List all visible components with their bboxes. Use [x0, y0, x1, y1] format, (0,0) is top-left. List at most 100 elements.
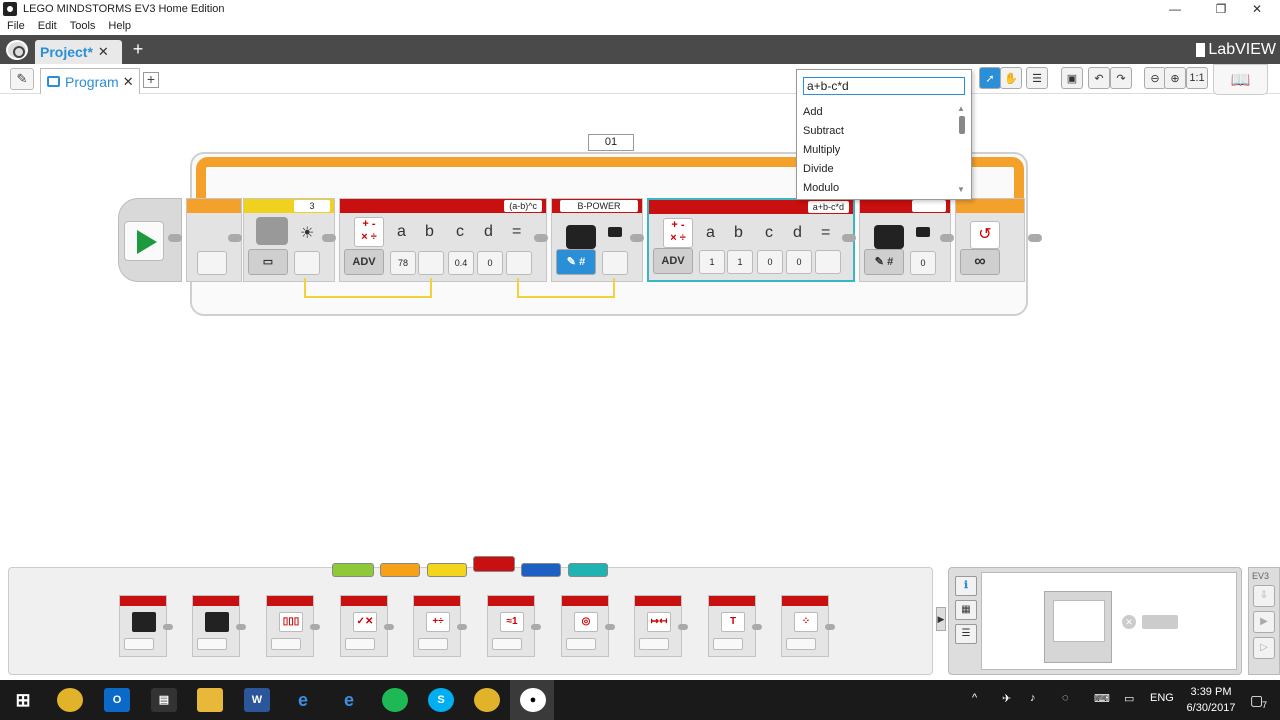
- wait-input-slot[interactable]: [294, 251, 320, 275]
- sequence-plug[interactable]: [1028, 234, 1042, 242]
- close-program-icon[interactable]: ✕: [123, 74, 134, 90]
- palette-compare-block[interactable]: ◎: [561, 595, 615, 657]
- variable-2-input[interactable]: 0: [910, 251, 936, 275]
- math-block-2[interactable]: a+b-c*d + - × ÷ a b c d = ADV 1 1 0 0: [647, 198, 855, 282]
- minimize-button[interactable]: —: [1152, 0, 1198, 17]
- palette-tab-advanced[interactable]: [521, 563, 561, 577]
- run-selected-icon[interactable]: ▷: [1253, 637, 1275, 659]
- palette-tab-myblocks[interactable]: [568, 563, 608, 577]
- zoom-out-icon[interactable]: ⊖: [1144, 67, 1166, 89]
- math-2-input-b[interactable]: 1: [727, 250, 753, 274]
- windows-start-icon[interactable]: ⊞: [10, 688, 36, 712]
- menu-help[interactable]: Help: [108, 20, 131, 32]
- sequence-plug[interactable]: [168, 234, 182, 242]
- zoom-reset-icon[interactable]: 1:1: [1186, 67, 1208, 89]
- mindstorms-taskbar-icon[interactable]: ●: [520, 688, 546, 712]
- expression-dropdown[interactable]: a+b-c*d Add Subtract Multiply Divide Mod…: [796, 69, 972, 200]
- edge-icon[interactable]: e: [290, 688, 316, 712]
- math-1-input-b[interactable]: [418, 251, 444, 275]
- palette-text-block[interactable]: T: [708, 595, 762, 657]
- content-editor-book-icon[interactable]: 📖: [1213, 64, 1268, 95]
- palette-round-block[interactable]: ≈1: [487, 595, 541, 657]
- taskbar-clock[interactable]: 3:39 PM 6/30/2017: [1180, 684, 1242, 716]
- math-1-expression[interactable]: (a-b)^c: [504, 200, 542, 212]
- add-project-button[interactable]: +: [128, 40, 148, 59]
- play-icon[interactable]: [124, 221, 164, 261]
- undo-icon[interactable]: ↶: [1088, 67, 1110, 89]
- network-icon[interactable]: ✈: [1002, 692, 1011, 705]
- palette-math-block[interactable]: +÷: [413, 595, 467, 657]
- variable-block-1[interactable]: B-POWER ✎ #: [551, 198, 643, 282]
- wifi-icon[interactable]: ◌: [1062, 692, 1069, 704]
- lobby-home-icon[interactable]: [6, 40, 28, 60]
- project-properties-wrench-icon[interactable]: ✎: [10, 68, 34, 90]
- available-bricks-tab-icon[interactable]: ☰: [955, 624, 977, 644]
- math-block-1[interactable]: (a-b)^c + - × ÷ a b c d = ADV 78 0.4 0: [339, 198, 547, 282]
- list-item-modulo[interactable]: Modulo: [803, 179, 955, 198]
- wait-port-label[interactable]: 3: [294, 200, 330, 212]
- math-2-input-a[interactable]: 1: [699, 250, 725, 274]
- add-program-button[interactable]: +: [143, 72, 159, 88]
- math-2-mode-selector[interactable]: ADV: [653, 248, 693, 274]
- list-item-multiply[interactable]: Multiply: [803, 141, 955, 160]
- sequence-plug[interactable]: [322, 234, 336, 242]
- comment-tool-icon[interactable]: ☰: [1026, 67, 1048, 89]
- math-2-input-c[interactable]: 0: [757, 250, 783, 274]
- palette-tab-data[interactable]: [473, 556, 515, 572]
- scroll-up-icon[interactable]: ▲: [957, 104, 965, 113]
- variable-2-name[interactable]: [912, 200, 946, 212]
- file-explorer-icon[interactable]: [197, 688, 223, 712]
- redo-icon[interactable]: ↷: [1110, 67, 1132, 89]
- sequence-plug[interactable]: [940, 234, 954, 242]
- loop-start-slot[interactable]: [197, 251, 227, 275]
- keyboard-icon[interactable]: ⌨: [1094, 692, 1110, 705]
- chrome-icon[interactable]: [474, 688, 500, 712]
- math-1-mode-selector[interactable]: ADV: [344, 249, 384, 275]
- sequence-plug[interactable]: [842, 234, 856, 242]
- list-item-add[interactable]: Add: [803, 103, 955, 122]
- data-wire-2[interactable]: [517, 278, 615, 298]
- store-icon[interactable]: ▤: [151, 688, 177, 712]
- spotify-icon[interactable]: [382, 688, 408, 712]
- scroll-down-icon[interactable]: ▼: [957, 185, 965, 194]
- tab-program[interactable]: Program ✕: [40, 68, 140, 94]
- loop-name-label[interactable]: 01: [588, 134, 634, 151]
- palette-random-block[interactable]: ⁘: [781, 595, 835, 657]
- menu-edit[interactable]: Edit: [38, 20, 57, 32]
- variable-1-name[interactable]: B-POWER: [560, 200, 638, 212]
- palette-tab-action[interactable]: [332, 563, 374, 577]
- brick-info-tab-icon[interactable]: ℹ: [955, 576, 977, 596]
- sequence-plug[interactable]: [630, 234, 644, 242]
- language-indicator[interactable]: ENG: [1150, 692, 1174, 704]
- math-2-expression[interactable]: a+b-c*d: [807, 201, 849, 213]
- palette-range-block[interactable]: ↦↤: [634, 595, 688, 657]
- download-run-icon[interactable]: ▶: [1253, 611, 1275, 633]
- palette-tab-sensor[interactable]: [427, 563, 467, 577]
- volume-icon[interactable]: ♪: [1030, 692, 1036, 704]
- palette-logic-block[interactable]: ✓✕: [340, 595, 394, 657]
- save-icon[interactable]: ▣: [1061, 67, 1083, 89]
- outlook-icon[interactable]: O: [104, 688, 130, 712]
- skype-icon[interactable]: S: [428, 688, 454, 712]
- word-icon[interactable]: W: [244, 688, 270, 712]
- pan-tool-icon[interactable]: ✋: [1000, 67, 1022, 89]
- select-tool-icon[interactable]: ➚: [979, 67, 1001, 89]
- math-2-input-d[interactable]: 0: [786, 250, 812, 274]
- math-1-input-a[interactable]: 78: [390, 251, 416, 275]
- palette-variable-block[interactable]: [119, 595, 173, 657]
- tab-project[interactable]: Project* ✕: [35, 40, 122, 64]
- dropdown-scrollbar[interactable]: ▲ ▼: [957, 104, 967, 194]
- battery-icon[interactable]: ▭: [1124, 692, 1134, 705]
- scroll-thumb[interactable]: [959, 116, 965, 134]
- math-1-input-c[interactable]: 0.4: [448, 251, 474, 275]
- variable-1-mode-selector[interactable]: ✎ #: [556, 249, 596, 275]
- port-view-tab-icon[interactable]: ▦: [955, 600, 977, 620]
- sequence-plug[interactable]: [228, 234, 242, 242]
- data-wire-1[interactable]: [304, 278, 432, 298]
- variable-1-input[interactable]: [602, 251, 628, 275]
- list-item-divide[interactable]: Divide: [803, 160, 955, 179]
- palette-tab-flow[interactable]: [380, 563, 420, 577]
- palette-constant-block[interactable]: [192, 595, 246, 657]
- palette-array-block[interactable]: ▯▯▯: [266, 595, 320, 657]
- close-button[interactable]: ✕: [1234, 0, 1280, 17]
